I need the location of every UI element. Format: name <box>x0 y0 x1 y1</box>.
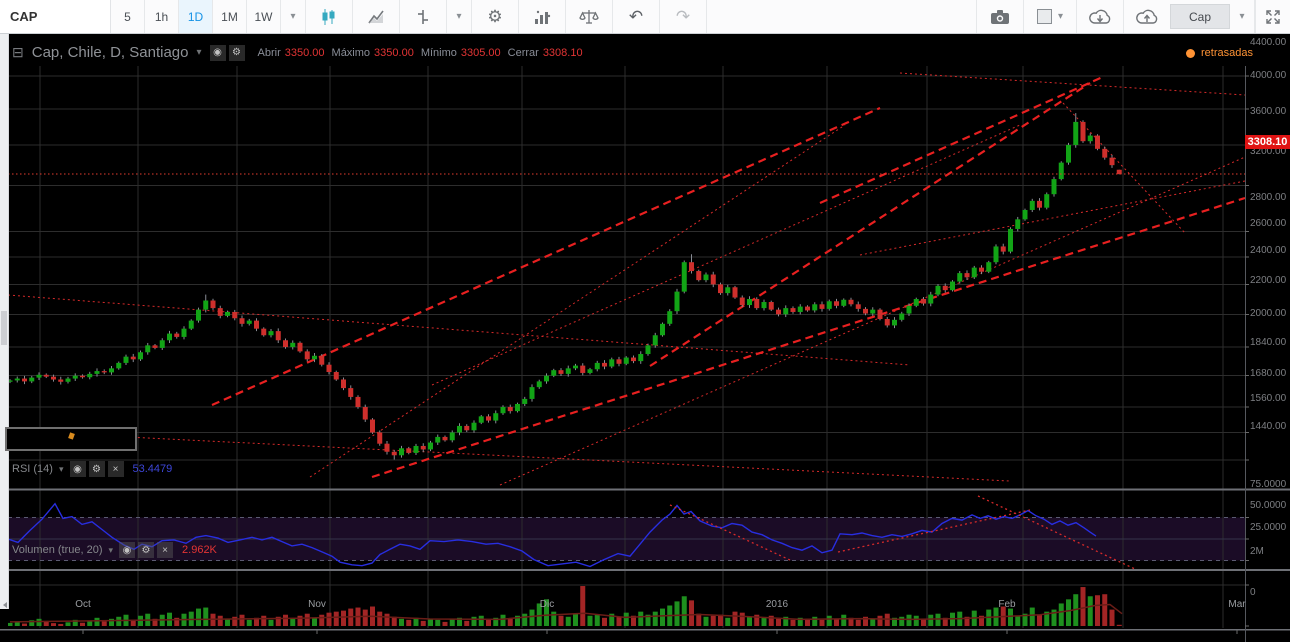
interval-button-1D[interactable]: 1D <box>179 0 213 33</box>
indicators-button[interactable] <box>519 0 566 33</box>
snapshot-button[interactable] <box>975 0 1024 33</box>
close-value: 3308.10 <box>542 46 583 59</box>
open-value: 3350.00 <box>284 46 325 59</box>
chart-name-text: Cap <box>1188 9 1211 24</box>
close-label: Cerrar <box>507 46 539 59</box>
price-tick-1560: 1560.00 <box>1250 393 1287 405</box>
price-tick-1680: 1680.00 <box>1250 368 1287 379</box>
line-style-button[interactable] <box>353 0 400 33</box>
price-tick-3600: 3600.00 <box>1250 105 1287 117</box>
save-chart-button[interactable] <box>1124 0 1170 33</box>
interval-button-5[interactable]: 5 <box>111 0 145 33</box>
high-value: 3350.00 <box>374 46 414 59</box>
price-tick-2400: 2400.00 <box>1250 245 1287 257</box>
volume-menu-caret[interactable]: ▾ <box>109 545 114 556</box>
bar-style-button[interactable] <box>400 0 447 33</box>
volume-tick-0: 0 <box>1250 587 1256 598</box>
delayed-data-badge: retrasadas <box>1186 47 1253 59</box>
last-price-badge: 3308.10 <box>1245 135 1290 149</box>
price-tick-1440: 1440.00 <box>1250 421 1287 432</box>
rsi-legend: RSI (14) ▾ ◉ ⚙ × 53.4479 <box>12 461 172 477</box>
price-tick-4000: 4000.00 <box>1250 69 1287 81</box>
layout-button[interactable]: ▾ <box>1024 0 1077 33</box>
rsi-tick-25: 25.0000 <box>1250 521 1287 533</box>
scales-icon <box>579 9 599 24</box>
volume-legend: Volumen (true, 20) ▾ ◉ ⚙ × 2.962K <box>12 542 217 558</box>
top-toolbar: CAP 5 1h 1D 1M 1W ▾ ▾ ⚙ ↶ ↷ ▾ Cap ▾ <box>0 0 1290 34</box>
volume-value: 2.962K <box>182 544 217 556</box>
chart-settings-button[interactable]: ⚙ <box>472 0 519 33</box>
rsi-settings-button[interactable]: ⚙ <box>88 461 105 477</box>
compare-scales-button[interactable] <box>566 0 613 33</box>
source-toggle-button[interactable]: ◉ <box>209 44 226 61</box>
low-label: Mínimo <box>420 46 457 59</box>
delayed-dot-icon <box>1186 48 1195 58</box>
rsi-source-button[interactable]: ◉ <box>69 461 86 477</box>
interval-button-1h[interactable]: 1h <box>145 0 179 33</box>
rsi-tick-50: 50.0000 <box>1250 500 1287 511</box>
delayed-text: retrasadas <box>1201 47 1253 59</box>
rsi-close-button[interactable]: × <box>107 461 124 477</box>
high-label: Máximo <box>331 46 371 59</box>
candles-layer <box>8 113 1122 460</box>
interval-button-1W[interactable]: 1W <box>247 0 281 33</box>
symbol-text: CAP <box>10 9 38 24</box>
main-series-legend: ⊟ Cap, Chile, D, Santiago ▾ ◉ ⚙ Abrir 335… <box>12 44 590 61</box>
drawing-toolbar-collapsed[interactable] <box>0 33 9 609</box>
floating-note-box[interactable] <box>5 427 137 451</box>
fullscreen-icon <box>1266 9 1280 24</box>
rsi-value: 53.4479 <box>132 463 173 475</box>
load-chart-button[interactable] <box>1077 0 1124 33</box>
open-label: Abrir <box>257 46 281 59</box>
undo-button[interactable]: ↶ <box>613 0 660 33</box>
price-tick-2200: 2200.00 <box>1250 275 1287 287</box>
price-tick-2600: 2600.00 <box>1250 217 1287 229</box>
volume-label: Volumen (true, 20) <box>12 544 103 556</box>
trendlines[interactable] <box>8 72 1245 486</box>
chart-area[interactable] <box>0 33 1290 642</box>
volume-close-button[interactable]: × <box>157 542 174 558</box>
series-menu-caret[interactable]: ▾ <box>197 47 202 58</box>
layout-caret-icon: ▾ <box>1057 11 1063 22</box>
price-tick-2000: 2000.00 <box>1250 308 1287 320</box>
symbol-input[interactable]: CAP <box>0 0 111 33</box>
ohlc-readout: Abrir 3350.00 Máximo 3350.00 Mínimo 3305.00 Ce… <box>258 47 590 59</box>
fullscreen-button[interactable] <box>1255 0 1290 33</box>
volume-tick-2: 2M <box>1250 546 1264 557</box>
indicators-icon <box>535 10 551 24</box>
candlestick-icon <box>322 8 335 25</box>
rsi-menu-caret[interactable]: ▾ <box>59 464 64 475</box>
redo-button[interactable]: ↷ <box>660 0 707 33</box>
rsi-tick-75: 75.0000 <box>1250 478 1287 490</box>
candlestick-style-button[interactable] <box>306 0 353 33</box>
style-dropdown-caret[interactable]: ▾ <box>447 0 472 33</box>
cloud-download-icon <box>1089 9 1111 24</box>
volume-source-button[interactable]: ◉ <box>119 542 136 558</box>
series-settings-button[interactable]: ⚙ <box>228 44 245 61</box>
interval-dropdown-caret[interactable]: ▾ <box>281 0 306 33</box>
series-title: Cap, Chile, D, Santiago <box>31 44 189 61</box>
collapse-pane-icon[interactable]: ⊟ <box>12 44 24 61</box>
chart-name-caret[interactable]: ▾ <box>1230 0 1255 33</box>
interval-button-group: 5 1h 1D 1M 1W <box>111 0 281 33</box>
cloud-upload-icon <box>1136 9 1158 24</box>
camera-icon <box>990 9 1009 24</box>
volume-settings-button[interactable]: ⚙ <box>138 542 155 558</box>
price-tick-2800: 2800.00 <box>1250 192 1287 204</box>
price-tick-1840: 1840.00 <box>1250 336 1287 348</box>
ohlc-bars-icon <box>418 9 428 24</box>
spark-icon <box>68 432 75 440</box>
low-value: 3305.00 <box>460 46 501 59</box>
interval-button-1M[interactable]: 1M <box>213 0 247 33</box>
line-chart-icon <box>368 10 384 23</box>
rsi-label: RSI (14) <box>12 463 53 475</box>
toolbar-expand-handle[interactable] <box>1 311 7 608</box>
chevron-left-icon <box>3 602 7 608</box>
price-tick-4400: 4400.00 <box>1250 37 1287 48</box>
layout-square-icon <box>1036 9 1052 24</box>
chart-name-chip[interactable]: Cap <box>1169 4 1230 29</box>
